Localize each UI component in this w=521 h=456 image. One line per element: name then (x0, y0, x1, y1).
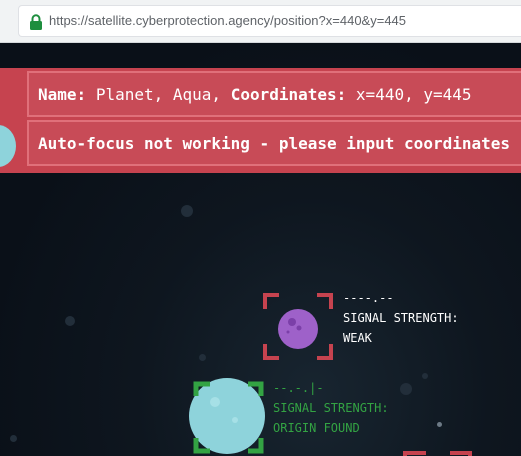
signal-strength-label: SIGNAL STRENGTH: (273, 401, 389, 415)
distant-planet (10, 435, 17, 442)
address-bar[interactable]: https://satellite.cyberprotection.agency… (18, 5, 521, 37)
coordinates-label: Coordinates: (230, 85, 347, 104)
distant-planet (422, 373, 428, 379)
browser-toolbar: https://satellite.cyberprotection.agency… (0, 0, 521, 43)
signal-strength-label: SIGNAL STRENGTH: (343, 311, 459, 325)
origin-target[interactable] (183, 374, 273, 456)
info-banner: Name: Planet, Aqua, Coordinates: x=440, … (0, 68, 521, 173)
planet-aqua (189, 378, 265, 454)
name-label: Name: (38, 85, 87, 104)
planet-aqua-icon (0, 125, 16, 167)
signal-bars: --.-.|- (273, 381, 324, 395)
weak-target[interactable] (256, 288, 338, 362)
distant-star (437, 422, 442, 427)
signal-status: ORIGIN FOUND (273, 421, 360, 435)
autofocus-message: Auto-focus not working - please input co… (38, 134, 511, 153)
message-row: Auto-focus not working - please input co… (27, 120, 521, 166)
target-info-row: Name: Planet, Aqua, Coordinates: x=440, … (27, 71, 521, 117)
url-text[interactable]: https://satellite.cyberprotection.agency… (49, 13, 406, 28)
distant-planet (65, 316, 75, 326)
coordinates-value: x=440, y=445 (355, 85, 472, 104)
lock-icon (30, 14, 42, 30)
name-value: Planet, Aqua, (95, 85, 222, 104)
distant-planet (181, 205, 193, 217)
offscreen-target-brackets (403, 451, 472, 456)
satellite-viewport[interactable]: Name: Planet, Aqua, Coordinates: x=440, … (0, 43, 521, 456)
origin-signal-readout: --.-.|- SIGNAL STRENGTH: ORIGIN FOUND (273, 378, 389, 438)
weak-signal-readout: ----.-- SIGNAL STRENGTH: WEAK (343, 288, 459, 348)
target-info-text: Name: Planet, Aqua, Coordinates: x=440, … (38, 85, 472, 104)
distant-planet (199, 354, 206, 361)
signal-status: WEAK (343, 331, 372, 345)
distant-planet (400, 383, 412, 395)
signal-bars: ----.-- (343, 291, 394, 305)
